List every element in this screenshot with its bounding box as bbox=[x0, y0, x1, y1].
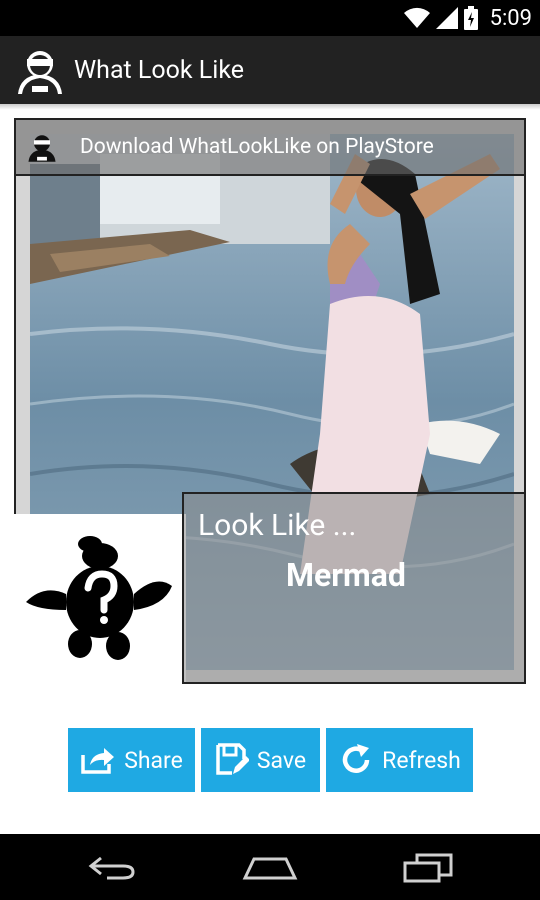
nav-bar bbox=[0, 834, 540, 900]
share-button[interactable]: Share bbox=[68, 728, 195, 792]
recent-apps-icon bbox=[403, 853, 453, 883]
status-bar: 5:09 bbox=[0, 0, 540, 36]
home-icon bbox=[242, 857, 298, 880]
status-time: 5:09 bbox=[489, 5, 532, 31]
signal-icon bbox=[435, 7, 458, 29]
refresh-icon bbox=[342, 744, 370, 773]
silhouette-box bbox=[14, 514, 186, 684]
result-value: Mermad bbox=[286, 556, 406, 594]
share-label: Share bbox=[124, 746, 183, 774]
share-icon bbox=[81, 748, 115, 774]
main-content: Download WhatLookLike on PlayStore Look … bbox=[0, 104, 540, 834]
battery-icon bbox=[463, 6, 478, 30]
app-title: What Look Like bbox=[74, 55, 245, 85]
save-icon bbox=[216, 743, 249, 775]
save-button[interactable]: Save bbox=[201, 728, 320, 792]
save-label: Save bbox=[256, 746, 307, 774]
download-banner[interactable]: Download WhatLookLike on PlayStore bbox=[14, 118, 526, 176]
detective-icon bbox=[28, 135, 56, 162]
status-icons: 5:09 bbox=[403, 0, 532, 36]
app-logo[interactable] bbox=[14, 44, 66, 96]
refresh-button[interactable]: Refresh bbox=[326, 728, 473, 792]
back-icon bbox=[88, 856, 135, 880]
refresh-label: Refresh bbox=[382, 746, 461, 774]
banner-text: Download WhatLookLike on PlayStore bbox=[80, 135, 434, 159]
result-label: Look Like ... bbox=[198, 508, 357, 543]
recent-apps-button[interactable] bbox=[398, 848, 458, 888]
home-button[interactable] bbox=[240, 848, 300, 888]
wifi-icon bbox=[403, 7, 430, 28]
action-bar: What Look Like bbox=[0, 36, 540, 104]
question-mark-turtle-icon bbox=[26, 536, 172, 660]
detective-icon bbox=[14, 44, 66, 96]
header-shadow bbox=[0, 104, 540, 110]
back-button[interactable] bbox=[82, 848, 142, 888]
result-panel: Look Like ... Mermad bbox=[182, 492, 526, 684]
